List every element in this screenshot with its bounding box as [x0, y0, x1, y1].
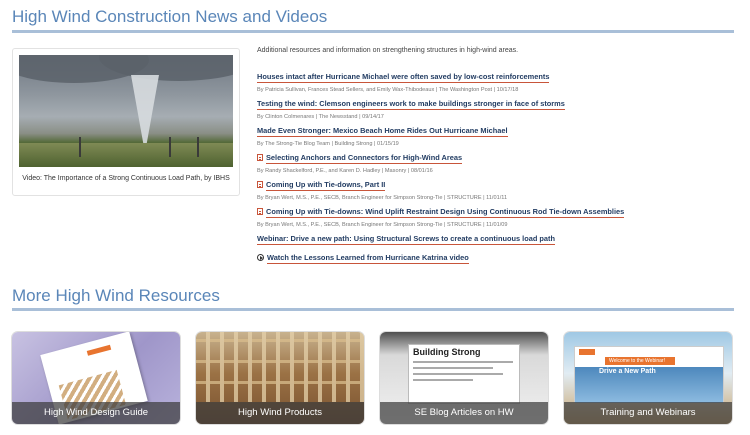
pdf-icon [257, 154, 263, 161]
webinar-banner-text: Welcome to the Webinar! [609, 358, 665, 364]
pdf-icon [257, 181, 263, 188]
list-item: Webinar: Drive a new path: Using Structu… [257, 228, 737, 247]
framing-thumbnail [196, 332, 364, 402]
blog-articles-card[interactable]: Building Strong SE Blog Articles on HW [380, 332, 548, 424]
tornado-video-thumbnail[interactable] [19, 55, 233, 167]
list-item: Made Even Stronger: Mexico Beach Home Ri… [257, 120, 737, 147]
news-section-title: High Wind Construction News and Videos [12, 7, 328, 26]
resources-section-rule [12, 308, 734, 311]
list-item: Coming Up with Tie-downs: Wind Uplift Re… [257, 201, 737, 228]
article-link[interactable]: Houses intact after Hurricane Michael we… [257, 72, 550, 83]
list-item: Watch the Lessons Learned from Hurricane… [257, 247, 737, 274]
intro-text: Additional resources and information on … [257, 47, 519, 54]
article-link[interactable]: Made Even Stronger: Mexico Beach Home Ri… [257, 126, 508, 137]
blog-thumbnail-title: Building Strong [413, 347, 481, 357]
article-link[interactable]: Testing the wind: Clemson engineers work… [257, 99, 565, 110]
video-card[interactable]: Video: The Importance of a Strong Contin… [12, 48, 240, 196]
design-guide-card[interactable]: High Wind Design Guide [12, 332, 180, 424]
training-webinars-card[interactable]: Welcome to the Webinar! Drive a New Path… [564, 332, 732, 424]
article-link[interactable]: Webinar: Drive a new path: Using Structu… [257, 234, 556, 245]
article-list: Houses intact after Hurricane Michael we… [257, 66, 737, 274]
video-caption: Video: The Importance of a Strong Contin… [22, 175, 230, 182]
webinar-thumbnail: Welcome to the Webinar! Drive a New Path [574, 346, 724, 403]
resource-cards: High Wind Design Guide High Wind Product… [12, 332, 749, 425]
article-link[interactable]: Coming Up with Tie-downs, Part II [266, 180, 386, 191]
list-item: Coming Up with Tie-downs, Part II By Bry… [257, 174, 737, 201]
blog-thumbnail: Building Strong [408, 344, 520, 404]
article-link[interactable]: Watch the Lessons Learned from Hurricane… [267, 253, 469, 264]
card-label: High Wind Products [196, 402, 364, 424]
news-section-rule [12, 30, 734, 33]
products-card[interactable]: High Wind Products [196, 332, 364, 424]
card-label: High Wind Design Guide [12, 402, 180, 424]
list-item: Houses intact after Hurricane Michael we… [257, 66, 737, 93]
resources-section-title: More High Wind Resources [12, 286, 220, 305]
webinar-thumbnail-title: Drive a New Path [599, 368, 656, 375]
play-icon [257, 254, 264, 261]
article-link[interactable]: Coming Up with Tie-downs: Wind Uplift Re… [266, 207, 625, 218]
card-label: Training and Webinars [564, 402, 732, 424]
article-link[interactable]: Selecting Anchors and Connectors for Hig… [266, 153, 463, 164]
list-item: Testing the wind: Clemson engineers work… [257, 93, 737, 120]
list-item: Selecting Anchors and Connectors for Hig… [257, 147, 737, 174]
pdf-icon [257, 208, 263, 215]
card-label: SE Blog Articles on HW [380, 402, 548, 424]
